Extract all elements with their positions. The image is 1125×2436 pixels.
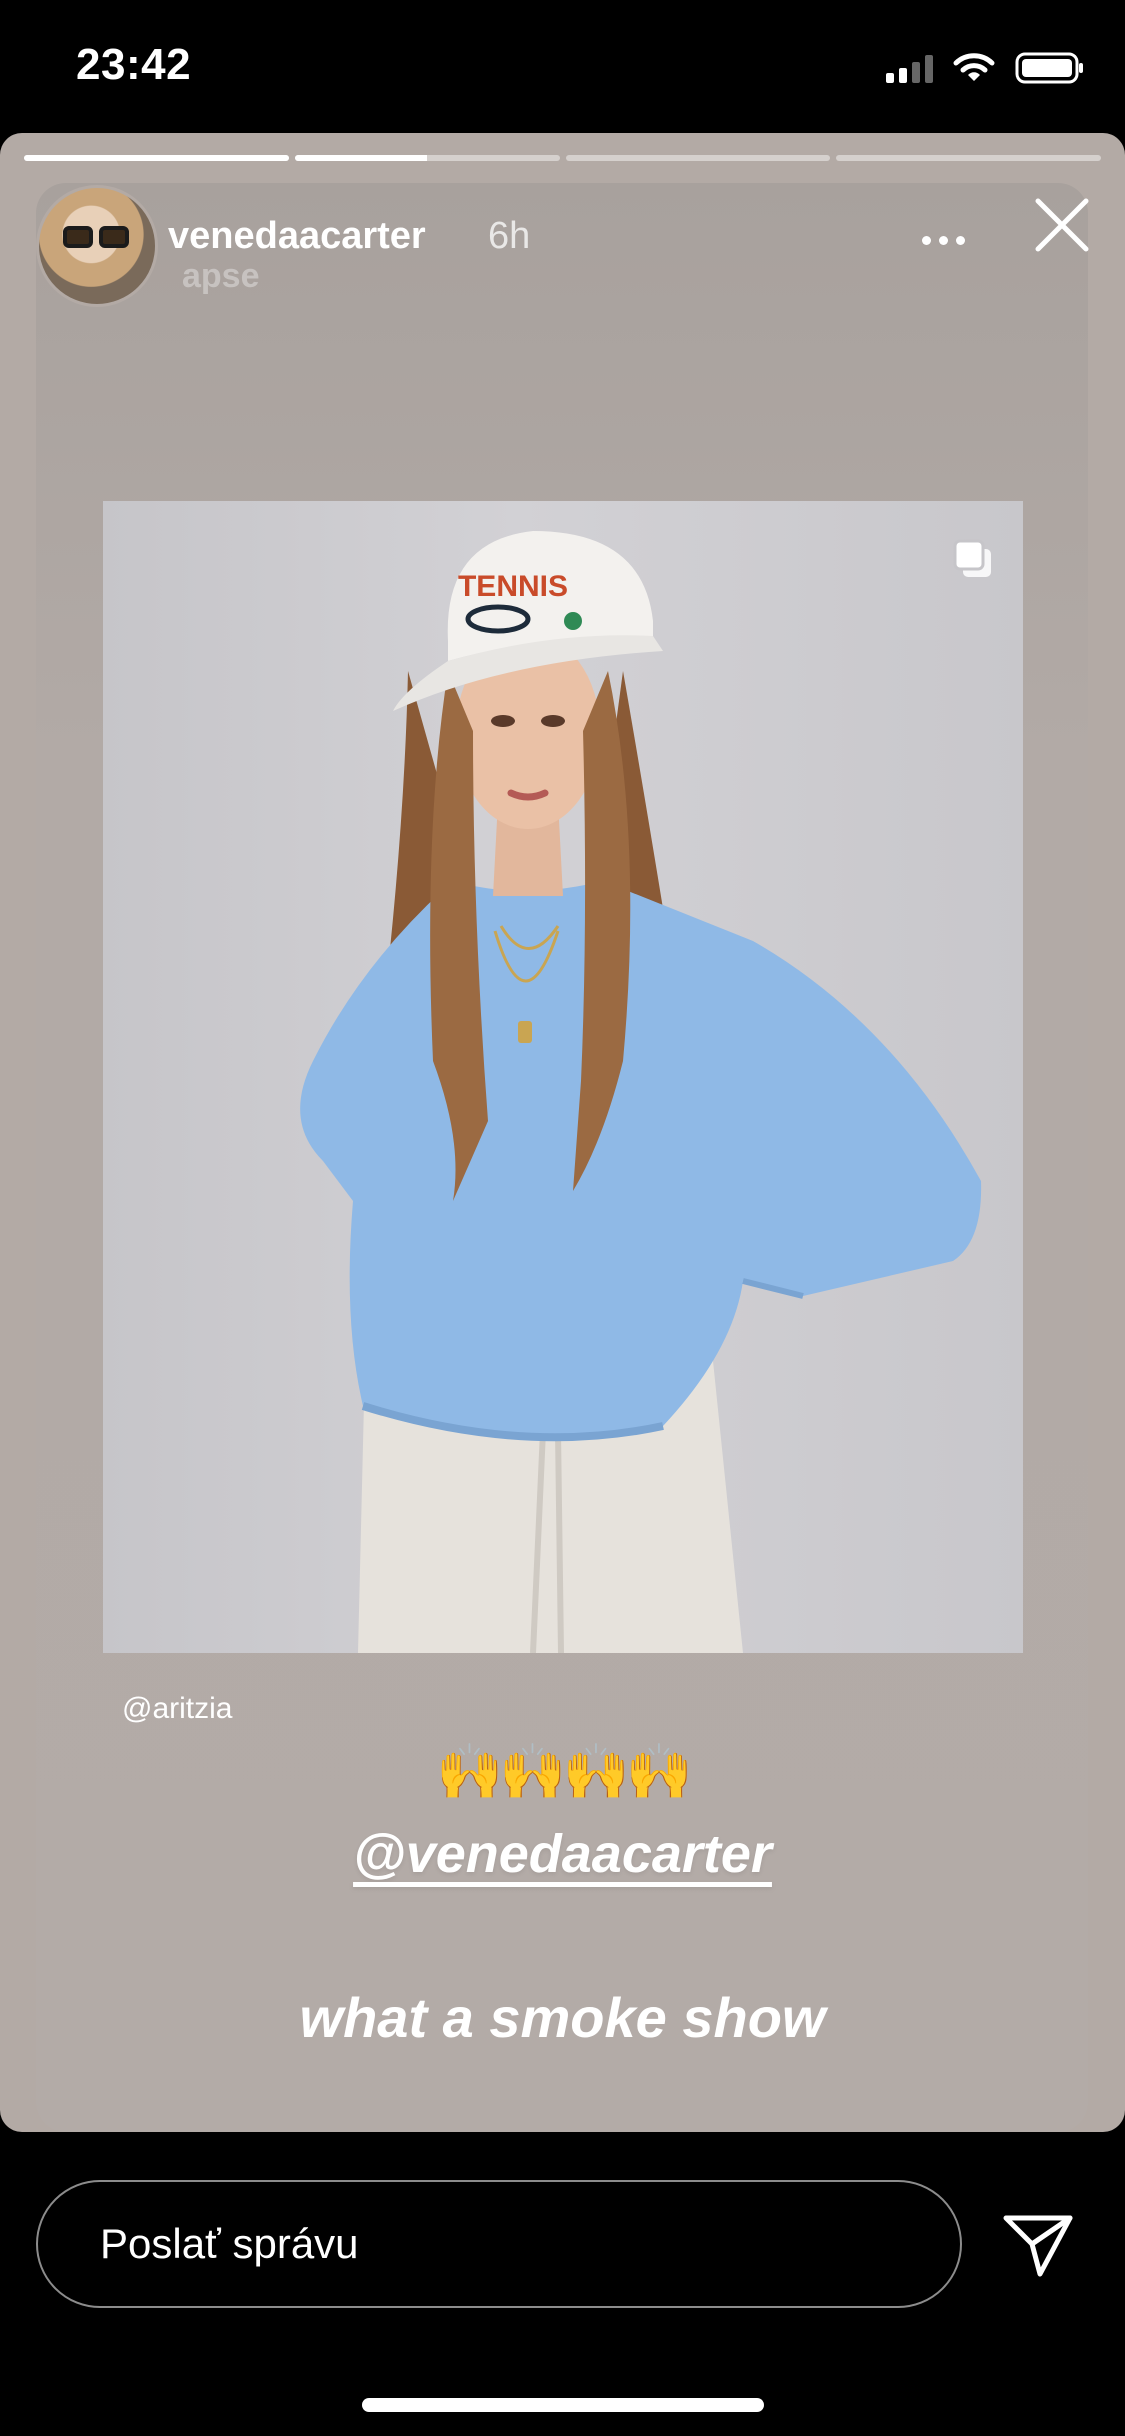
message-placeholder: Poslať správu — [100, 2220, 359, 2267]
wifi-icon — [953, 53, 995, 81]
username[interactable]: venedaacarter — [168, 215, 426, 258]
multiple-posts-icon — [953, 539, 991, 577]
send-direct-icon[interactable] — [1000, 2210, 1076, 2280]
time-ago: 6h — [488, 215, 531, 257]
avatar[interactable] — [36, 185, 158, 307]
emoji-sticker: 🙌🙌🙌🙌 — [436, 1742, 693, 1802]
photo-caption-mention[interactable]: @aritzia — [122, 1692, 232, 1726]
cellular-signal-icon — [886, 53, 933, 83]
status-time: 23:42 — [76, 40, 192, 89]
progress-segment — [565, 155, 831, 161]
home-indicator[interactable] — [362, 2398, 764, 2412]
story-viewer[interactable]: venedaacarter 6h apse TENNIS @aritzia 🙌🙌… — [0, 133, 1125, 2132]
close-icon[interactable] — [1032, 195, 1092, 255]
person-photo-illustration: TENNIS — [300, 531, 982, 1653]
story-progress-bar — [24, 155, 1101, 161]
overlay-text: apse — [182, 257, 260, 295]
avatar-glasses — [63, 226, 129, 248]
message-input[interactable]: Poslať správu — [36, 2180, 962, 2308]
battery-icon — [1015, 52, 1083, 84]
progress-segment — [836, 155, 1101, 161]
status-icons — [886, 48, 1085, 88]
progress-segment — [294, 155, 560, 161]
svg-text:TENNIS: TENNIS — [458, 570, 568, 603]
story-header: venedaacarter 6h apse — [36, 185, 1088, 307]
progress-segment — [24, 155, 289, 161]
story-text: what a smoke show — [299, 1986, 826, 2049]
post-photo[interactable]: TENNIS — [103, 501, 1023, 1653]
mention-sticker[interactable]: @venedaacarter — [0, 1823, 1125, 1885]
more-horizontal-icon[interactable] — [922, 225, 982, 255]
